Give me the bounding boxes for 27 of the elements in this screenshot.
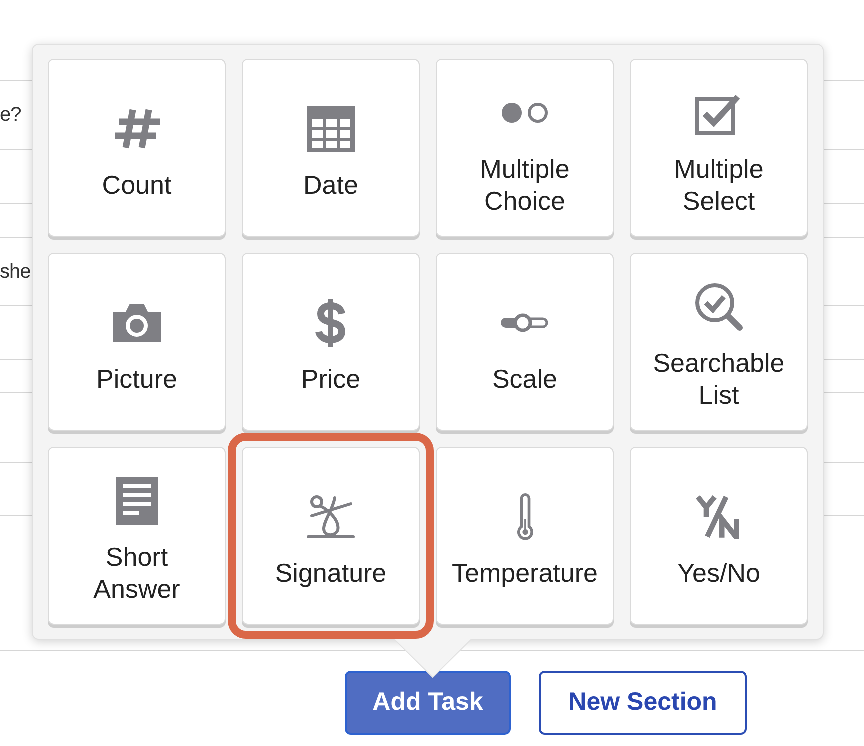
thermometer-icon <box>516 493 534 541</box>
task-type-button[interactable]: Yes/No <box>630 447 808 625</box>
task-type-button[interactable]: Scale <box>436 253 614 431</box>
primary-button[interactable]: Add Task <box>345 671 511 735</box>
row-label: e? <box>0 103 22 128</box>
row-label: she <box>0 260 31 284</box>
calendar-icon <box>307 106 355 152</box>
task-type-button[interactable]: Short Answer <box>48 447 226 625</box>
hash-icon <box>114 109 160 149</box>
slider-icon <box>501 313 549 333</box>
search-check-icon <box>695 283 743 331</box>
task-type-button[interactable]: Signature <box>242 447 420 625</box>
signature-icon <box>307 494 355 540</box>
task-type-button[interactable]: Searchable List <box>630 253 808 431</box>
outline-button[interactable]: New Section <box>539 671 747 735</box>
radio-dots-icon <box>501 102 549 124</box>
task-type-button[interactable]: Picture <box>48 253 226 431</box>
yes-no-icon <box>696 495 742 539</box>
task-type-button[interactable]: Date <box>242 59 420 237</box>
task-type-button[interactable]: Multiple Select <box>630 59 808 237</box>
camera-icon <box>113 304 161 342</box>
task-type-button[interactable]: Multiple Choice <box>436 59 614 237</box>
task-type-button[interactable]: Temperature <box>436 447 614 625</box>
task-type-button[interactable]: Price <box>242 253 420 431</box>
dollar-icon <box>315 299 347 347</box>
document-icon <box>116 477 158 525</box>
task-type-button[interactable]: Count <box>48 59 226 237</box>
